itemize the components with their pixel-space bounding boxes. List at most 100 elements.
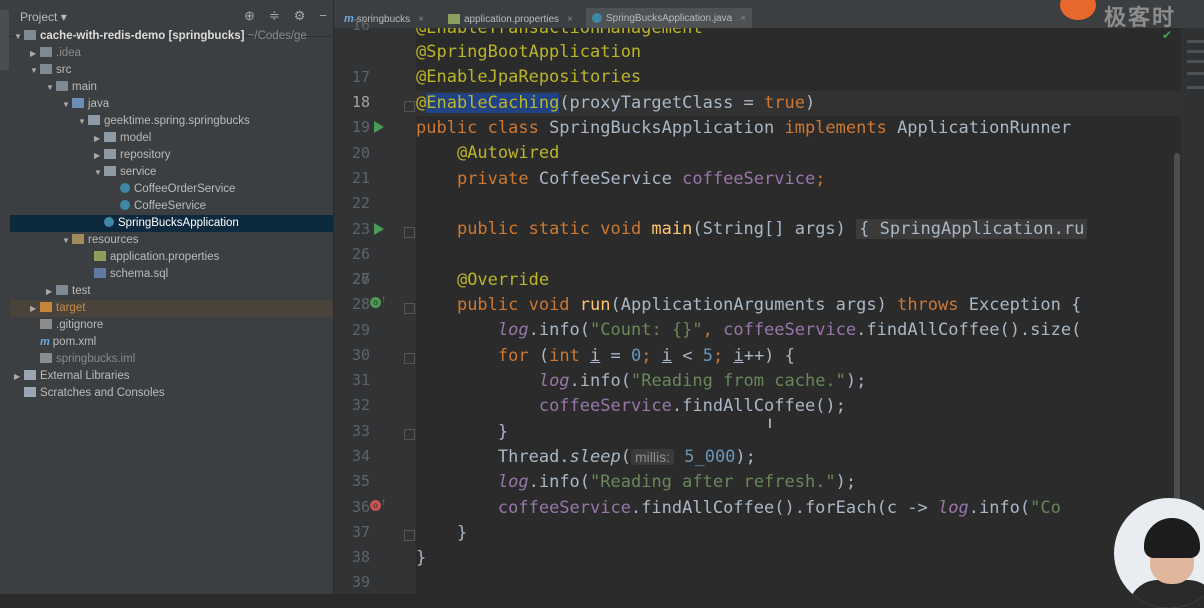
package-icon [104,132,116,142]
code-token: (ApplicationArguments args) [610,295,898,315]
tab-spring-bucks-application[interactable]: SpringBucksApplication.java × [586,8,753,30]
code-token: implements [784,118,898,138]
tree-item-scratches[interactable]: Scratches and Consoles [10,385,333,402]
line-number: 36 [351,498,370,516]
tree-item-coffee-order-service[interactable]: CoffeeOrderService [10,181,333,198]
tree-item-application-properties[interactable]: application.properties [10,249,333,266]
fold-icon[interactable] [404,227,415,238]
gear-icon[interactable]: ⚙ [294,8,306,24]
stripe-mark[interactable] [1187,72,1204,75]
expand-arrow-icon[interactable]: ▶ [46,283,56,300]
tree-item-idea[interactable]: ▶ .idea [10,45,333,62]
code-line: } [416,546,426,571]
text-cursor-icon: I [768,415,772,431]
close-icon[interactable]: × [740,13,746,24]
folder-icon [40,64,52,74]
tree-item-label: cache-with-redis-demo [springbucks] [40,30,245,42]
file-icon [40,319,52,329]
fold-icon[interactable] [404,303,415,314]
expand-arrow-icon[interactable]: ▼ [62,232,72,249]
code-token: "Reading from cache." [630,371,846,391]
run-icon[interactable] [374,223,384,235]
fold-icon[interactable] [404,429,415,440]
code-token: ) [804,93,816,113]
expand-arrow-icon[interactable]: ▼ [94,164,104,181]
tree-item-test[interactable]: ▶ test [10,283,333,300]
tree-item-package[interactable]: ▼ geektime.spring.springbucks [10,113,333,130]
code-token: coffeeService [538,396,672,416]
fold-icon[interactable] [404,353,415,364]
project-panel-title[interactable]: Project ▾ [20,10,67,24]
stripe-mark[interactable] [1187,86,1204,89]
vertical-scrollbar[interactable] [1174,153,1180,533]
tree-item-springbucks-iml[interactable]: springbucks.iml [10,351,333,368]
tree-item-target[interactable]: ▶ target [10,300,333,317]
tree-item-schema-sql[interactable]: schema.sql [10,266,333,283]
line-number: 30 [351,346,370,364]
code-token: @Override [456,270,550,290]
expand-arrow-icon[interactable]: ▼ [46,79,56,96]
code-line: } [416,420,508,445]
tree-item-root[interactable]: ▼ cache-with-redis-demo [springbucks] ~/C… [10,28,333,45]
fold-icon[interactable] [404,101,415,112]
collapse-all-icon[interactable]: ≑ [269,8,280,24]
code-token: log [538,371,570,391]
code-token: run [579,295,611,315]
tree-item-label: SpringBucksApplication [118,217,239,229]
expand-arrow-icon[interactable]: ▼ [62,96,72,113]
code-line: @EnableJpaRepositories [416,65,641,90]
code-editor[interactable]: 16 17 18 19 20 21 22 23 26 26 27 28 29 3… [334,16,1204,594]
tab-application-properties[interactable]: application.properties × [442,10,579,28]
implements-icon[interactable]: o [370,297,381,308]
tree-item-repository[interactable]: ▶ repository [10,147,333,164]
parameter-hint: millis: [630,449,674,465]
tree-item-service[interactable]: ▼ service [10,164,333,181]
tree-item-main[interactable]: ▼ main [10,79,333,96]
tree-item-label: CoffeeOrderService [134,183,236,195]
code-token: log [497,472,529,492]
expand-arrow-icon[interactable]: ▶ [94,147,104,164]
code-area[interactable]: @EnableTransactionManagement @SpringBoot… [416,28,1181,594]
expand-arrow-icon[interactable]: ▶ [30,300,40,317]
close-icon[interactable]: × [418,14,424,25]
source-folder-icon [72,98,84,108]
fold-icon[interactable] [404,530,415,541]
code-token: < [672,346,703,366]
tree-item-model[interactable]: ▶ model [10,130,333,147]
recursive-call-icon[interactable]: o [370,500,381,511]
stripe-mark[interactable] [1187,50,1204,53]
structure-tool-tab[interactable] [0,90,9,150]
expand-arrow-icon[interactable]: ▼ [78,113,88,130]
line-number: 39 [351,573,370,591]
run-icon[interactable] [374,121,384,133]
tree-item-label: pom.xml [52,336,97,348]
tree-item-label: src [56,64,72,76]
close-icon[interactable]: × [567,14,573,25]
tree-item-coffee-service[interactable]: CoffeeService [10,198,333,215]
tree-item-gitignore[interactable]: .gitignore [10,317,333,334]
tree-item-java[interactable]: ▼ java [10,96,333,113]
project-tool-tab[interactable] [0,10,9,70]
code-line: private CoffeeService coffeeService; [416,167,826,192]
stripe-mark[interactable] [1187,60,1204,63]
hide-icon[interactable]: − [319,8,327,24]
expand-arrow-icon[interactable]: ▼ [14,28,24,45]
line-number: 35 [351,472,370,490]
locate-icon[interactable]: ⊕ [244,8,255,24]
tree-item-external-libraries[interactable]: ▶ External Libraries [10,368,333,385]
code-token: } [456,523,468,543]
expand-arrow-icon[interactable]: ▶ [14,368,24,385]
expand-arrow-icon[interactable]: ▶ [30,45,40,62]
tree-item-pom-xml[interactable]: m pom.xml [10,334,333,351]
tree-item-src[interactable]: ▼ src [10,62,333,79]
expand-arrow-icon[interactable]: ▼ [30,62,40,79]
folded-code-region[interactable]: { SpringApplication.ru [856,219,1088,239]
libraries-icon [24,370,36,380]
expand-arrow-icon[interactable]: ▶ [94,130,104,147]
line-number: 34 [351,447,370,465]
stripe-mark[interactable] [1187,40,1204,43]
inspection-ok-icon[interactable]: ✔ [1162,28,1172,42]
tree-item-label: geektime.spring.springbucks [104,115,250,127]
tree-item-spring-bucks-application[interactable]: SpringBucksApplication [10,215,333,232]
tree-item-resources[interactable]: ▼ resources [10,232,333,249]
